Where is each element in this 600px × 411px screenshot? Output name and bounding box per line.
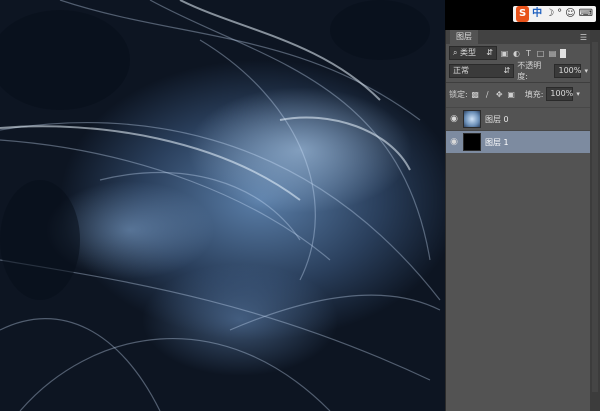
document-canvas[interactable]: [0, 0, 445, 411]
divider: [446, 82, 591, 83]
emoji-icon[interactable]: ☺: [565, 6, 575, 22]
opacity-input[interactable]: 100%: [554, 64, 582, 78]
fill-label: 填充:: [524, 89, 544, 99]
panel-header: 图层 ☰: [446, 30, 591, 44]
visibility-eye-icon[interactable]: ◉: [449, 137, 459, 147]
fill-dropdown-icon[interactable]: ▾: [576, 90, 580, 98]
panel-scrollbar[interactable]: [590, 30, 600, 411]
filter-shape-icon[interactable]: □: [536, 49, 545, 58]
scrollbar-track[interactable]: [592, 42, 598, 392]
fractal-artwork: [0, 0, 441, 411]
keyboard-icon[interactable]: ⌨: [579, 6, 593, 22]
layers-panel: 图层 ☰ ⌕ 类型 ⇵ ▣ ◐ T □ ▤ 正常 ⇵ 不透明度: 100% ▾ …: [445, 30, 591, 411]
filter-toggle-icon[interactable]: [560, 48, 566, 58]
layer-thumbnail: [463, 133, 481, 151]
lock-row: 锁定: ▩ ∕ ✥ ▣ 填充: 100% ▾: [446, 85, 591, 103]
filter-adjustment-icon[interactable]: ◐: [512, 49, 521, 58]
search-icon: ⌕: [453, 48, 458, 57]
layer-list: ◉ 图层 0 ◉ 图层 1: [446, 107, 591, 153]
filter-type-icon[interactable]: T: [524, 49, 533, 58]
chevron-down-icon: ⇵: [486, 48, 493, 57]
lock-position-move-icon[interactable]: ✥: [495, 90, 504, 99]
layer-row[interactable]: ◉ 图层 1: [446, 130, 591, 153]
filter-kind-label: 类型: [460, 48, 477, 57]
blend-row: 正常 ⇵ 不透明度: 100% ▾: [446, 61, 591, 81]
sogou-logo-icon[interactable]: S: [516, 6, 530, 22]
ime-language-toggle[interactable]: 中: [532, 6, 542, 22]
layer-name[interactable]: 图层 1: [485, 137, 509, 148]
punctuation-icon[interactable]: °: [557, 6, 562, 22]
blend-mode-value: 正常: [453, 66, 469, 75]
lock-label: 锁定:: [449, 89, 468, 99]
tab-layers[interactable]: 图层: [450, 30, 478, 44]
moon-icon[interactable]: ☽: [545, 6, 554, 22]
panel-menu-icon[interactable]: ☰: [580, 33, 587, 42]
filter-smart-object-icon[interactable]: ▤: [548, 49, 557, 58]
opacity-label: 不透明度:: [517, 61, 542, 81]
fill-input[interactable]: 100%: [546, 87, 574, 101]
layer-name[interactable]: 图层 0: [485, 114, 509, 125]
chevron-down-icon: ⇵: [503, 66, 511, 75]
system-tray-area: S 中 ☽ ° ☺ ⌨: [445, 0, 600, 30]
opacity-dropdown-icon[interactable]: ▾: [584, 67, 588, 75]
layer-row[interactable]: ◉ 图层 0: [446, 107, 591, 130]
lock-image-brush-icon[interactable]: ∕: [483, 90, 492, 99]
filter-kind-select[interactable]: ⌕ 类型 ⇵: [449, 46, 497, 60]
ime-toolbar[interactable]: S 中 ☽ ° ☺ ⌨: [513, 6, 596, 22]
layer-thumbnail: [463, 110, 481, 128]
lock-all-icon[interactable]: ▣: [507, 90, 516, 99]
filter-pixel-icon[interactable]: ▣: [500, 49, 509, 58]
visibility-eye-icon[interactable]: ◉: [449, 114, 459, 124]
lock-transparent-icon[interactable]: ▩: [471, 90, 480, 99]
blend-mode-select[interactable]: 正常 ⇵: [449, 64, 515, 78]
